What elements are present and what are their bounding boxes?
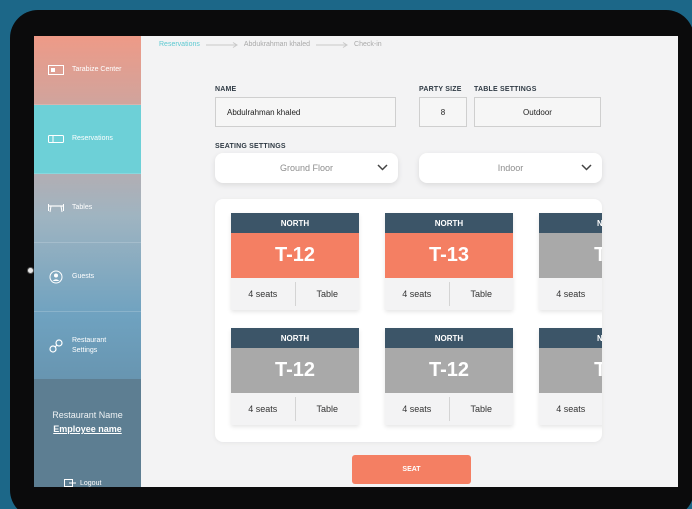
seating-area-value: Indoor <box>497 163 524 173</box>
table-card[interactable]: NORTH T-12 4 seats Table <box>385 328 513 425</box>
table-seats: 4 seats <box>402 289 432 299</box>
table-zone: NO <box>539 213 602 233</box>
arrow-right-icon <box>205 41 238 48</box>
ticket-icon <box>48 133 64 145</box>
breadcrumb-item-guest[interactable]: Abdukrahman khaled <box>244 41 310 48</box>
table-number: T-12 <box>231 348 359 393</box>
table-settings-label: TABLE SETTINGS <box>474 86 537 93</box>
name-field[interactable]: Abdulrahman khaled <box>215 97 396 127</box>
sidebar-item-label: Guests <box>72 273 95 280</box>
table-icon <box>48 202 64 214</box>
table-number: T- <box>539 348 602 393</box>
card-icon <box>48 64 64 76</box>
party-size-field[interactable]: 8 <box>419 97 467 127</box>
sidebar-item-tables[interactable]: Tables <box>34 174 141 243</box>
sidebar-footer: Restaurant Name Employee name Logout <box>34 379 141 487</box>
sidebar-item-label: Tables <box>72 204 93 211</box>
table-card[interactable]: NORTH T-13 4 seats Table <box>385 213 513 310</box>
settings-icon <box>48 339 64 353</box>
party-size-label: PARTY SIZE <box>419 86 462 93</box>
table-zone: NORTH <box>385 213 513 233</box>
sidebar-item-label: Tarabize Center <box>72 66 122 73</box>
table-zone: NO <box>539 328 602 348</box>
table-kind: Table <box>470 404 492 414</box>
table-kind: Table <box>470 289 492 299</box>
restaurant-name: Restaurant Name <box>52 410 123 420</box>
sidebar-item-restaurant-settings[interactable]: Restaurant Settings <box>34 312 141 381</box>
breadcrumb: Reservations Abdukrahman khaled Check-in <box>159 41 382 48</box>
table-number: T-13 <box>385 233 513 278</box>
name-label: NAME <box>215 86 237 93</box>
table-kind: Table <box>316 404 338 414</box>
table-number: T-12 <box>385 348 513 393</box>
sidebar-item-reservations[interactable]: Reservations <box>34 105 141 174</box>
logout-button[interactable]: Logout <box>64 479 101 487</box>
logout-label: Logout <box>80 479 102 487</box>
table-zone: NORTH <box>385 328 513 348</box>
party-size-value: 8 <box>440 107 446 117</box>
sidebar-item-label: Reservations <box>72 135 113 142</box>
sidebar-item-label: Restaurant Settings <box>72 337 107 354</box>
employee-name-link[interactable]: Employee name <box>34 424 141 434</box>
table-settings-value: Outdoor <box>523 107 552 117</box>
table-kind: Table <box>316 289 338 299</box>
table-number: T- <box>539 233 602 278</box>
table-card[interactable]: NO T- 4 seats <box>539 328 602 425</box>
seating-settings-label: SEATING SETTINGS <box>215 143 286 150</box>
table-seats: 4 seats <box>556 289 586 299</box>
seating-area-dropdown[interactable]: Indoor <box>419 153 602 183</box>
table-settings-field[interactable]: Outdoor <box>474 97 601 127</box>
table-seats: 4 seats <box>248 289 278 299</box>
sidebar-item-guests[interactable]: Guests <box>34 243 141 312</box>
sidebar-item-tarabize-center[interactable]: Tarabize Center <box>34 36 141 105</box>
table-seats: 4 seats <box>556 404 586 414</box>
logout-icon <box>64 479 76 487</box>
table-zone: NORTH <box>231 328 359 348</box>
table-number: T-12 <box>231 233 359 278</box>
arrow-right-icon <box>316 41 348 48</box>
breadcrumb-item-check-in[interactable]: Check-in <box>354 41 382 48</box>
seat-button[interactable]: SEAT <box>352 455 471 484</box>
name-value: Abdulrahman khaled <box>227 107 301 117</box>
breadcrumb-item-reservations[interactable]: Reservations <box>159 41 200 48</box>
table-card[interactable]: NORTH T-12 4 seats Table <box>231 328 359 425</box>
app-screen: Tarabize Center Reservations Tables Gues… <box>34 36 678 487</box>
seating-floor-value: Ground Floor <box>279 163 334 173</box>
chevron-down-icon <box>377 164 388 171</box>
sidebar: Tarabize Center Reservations Tables Gues… <box>34 36 141 487</box>
chevron-down-icon <box>581 164 592 171</box>
table-zone: NORTH <box>231 213 359 233</box>
table-seats: 4 seats <box>248 404 278 414</box>
table-card[interactable]: NORTH T-12 4 seats Table <box>231 213 359 310</box>
table-card[interactable]: NO T- 4 seats <box>539 213 602 310</box>
guest-icon <box>48 270 64 284</box>
tables-panel: NORTH T-12 4 seats Table NORTH T-13 4 sea… <box>215 199 602 442</box>
table-seats: 4 seats <box>402 404 432 414</box>
camera-dot <box>27 267 34 274</box>
seating-floor-dropdown[interactable]: Ground Floor <box>215 153 398 183</box>
